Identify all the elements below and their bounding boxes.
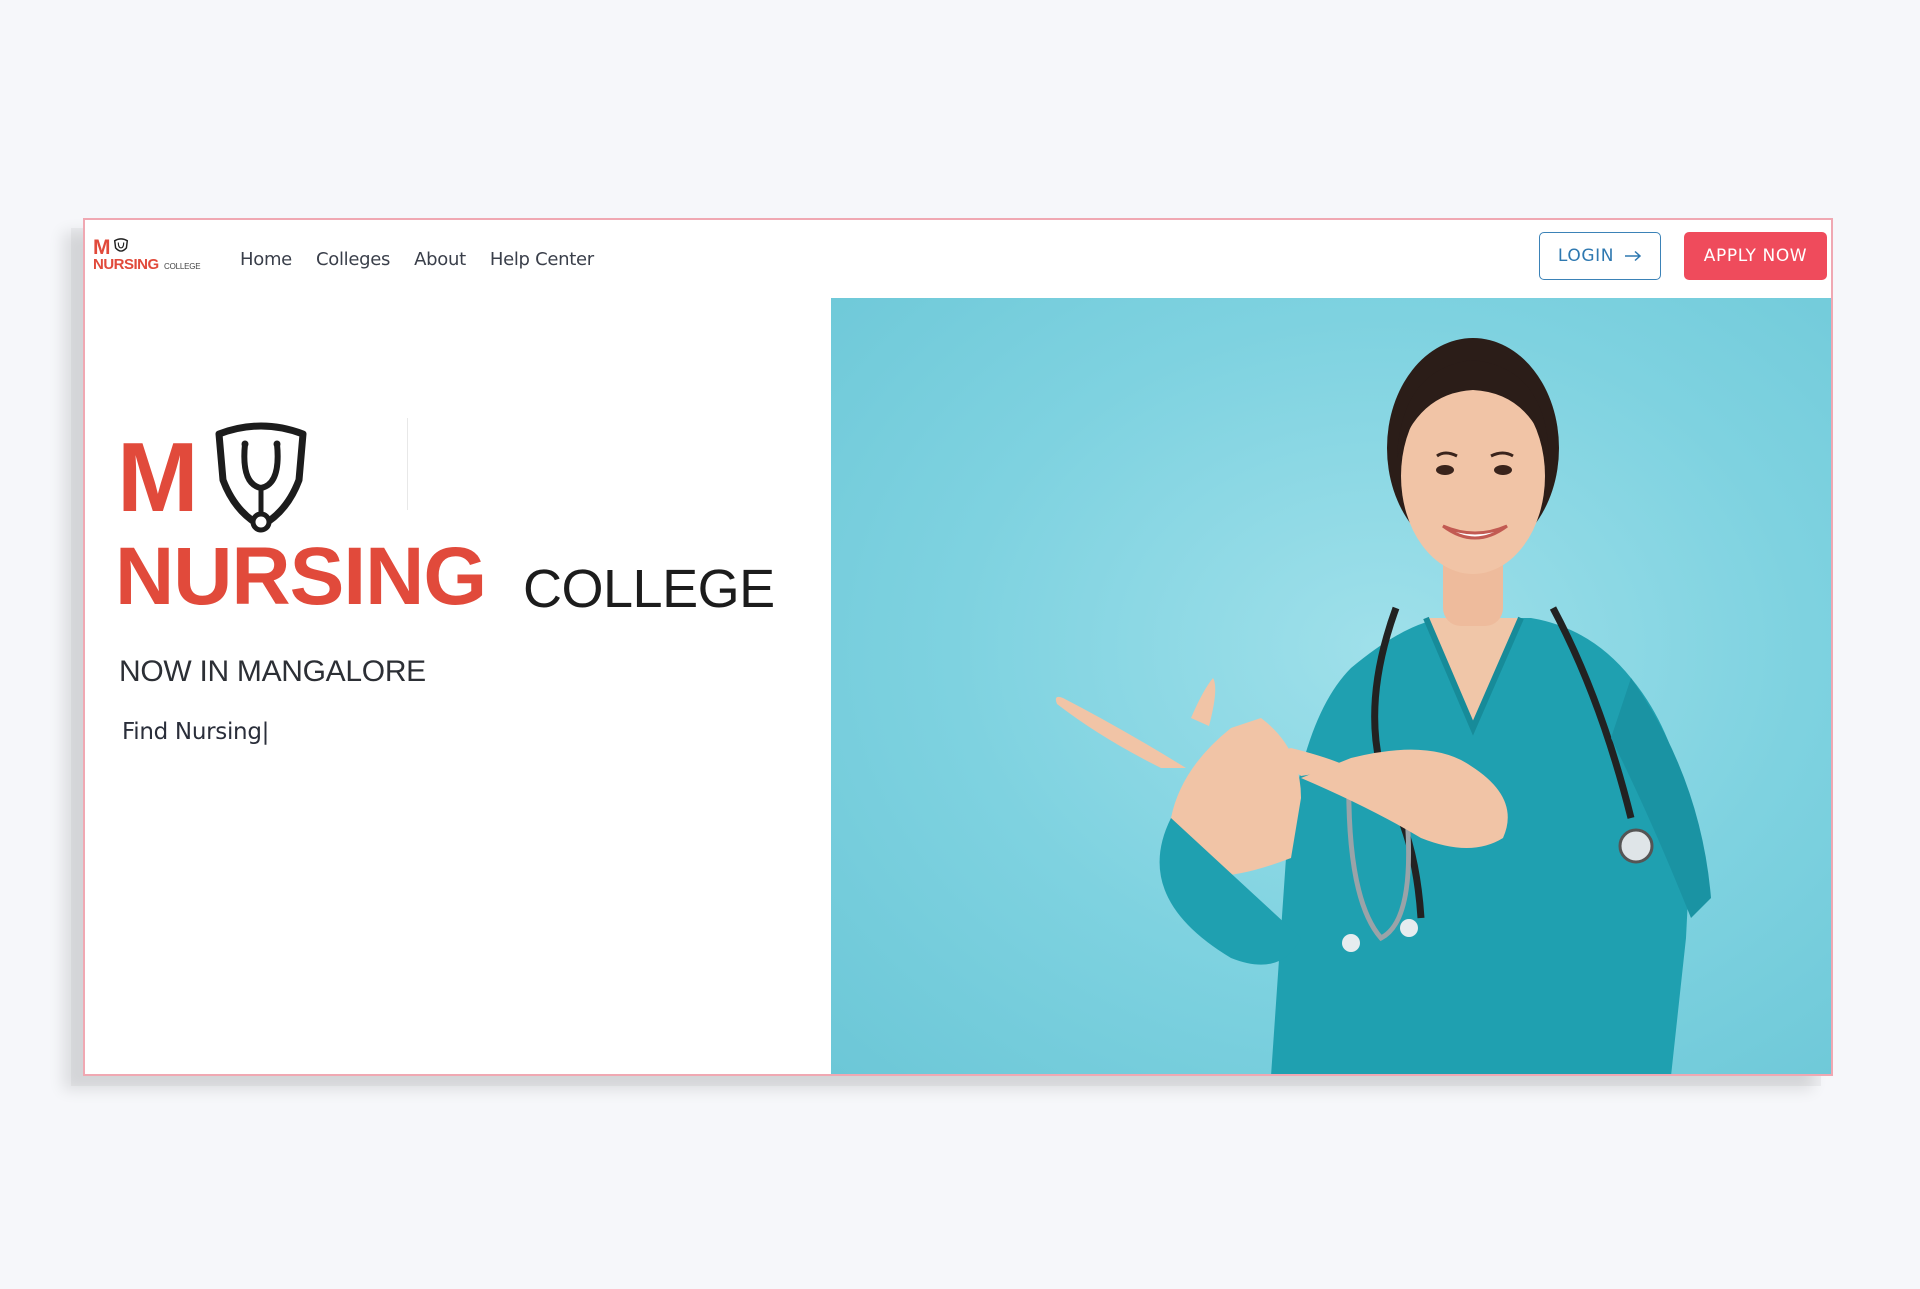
nurse-illustration (1055, 338, 1711, 1074)
nav-actions: LOGIN APPLY NOW (1539, 232, 1827, 280)
stethoscope-shield-icon (215, 422, 307, 533)
nav-link-about[interactable]: About (414, 249, 466, 270)
navbar: M NURSING COLLEGE Home Colleges About He… (85, 220, 1831, 298)
hero-tagline: NOW IN MANGALORE (119, 655, 426, 688)
login-label: LOGIN (1557, 246, 1615, 266)
arrow-right-icon (1625, 250, 1642, 262)
apply-now-label: APPLY NOW (1703, 246, 1808, 266)
apply-now-button[interactable]: APPLY NOW (1684, 232, 1827, 280)
nav-link-colleges[interactable]: Colleges (316, 249, 390, 270)
nav-logo[interactable]: M NURSING COLLEGE (91, 236, 211, 278)
nav-logo-nursing: NURSING (93, 256, 159, 273)
nav-link-home[interactable]: Home (240, 249, 292, 270)
hero-logo-m: M (117, 422, 199, 532)
hero-logo-college: COLLEGE (523, 559, 775, 619)
hero-logo-nursing: NURSING (115, 531, 487, 622)
nav-link-help-center[interactable]: Help Center (490, 249, 594, 270)
nav-logo-college: COLLEGE (164, 262, 201, 271)
browser-frame: M NURSING COLLEGE Home Colleges About He… (83, 218, 1833, 1076)
login-button[interactable]: LOGIN (1539, 232, 1661, 280)
hero-image (831, 298, 1831, 1074)
hero-logo: M NURSING COLLEGE (115, 422, 775, 622)
nav-links: Home Colleges About Help Center (240, 220, 618, 298)
hero-left: M NURSING COLLEGE NOW IN MANGALORE Find … (85, 298, 831, 1074)
typing-text: Find Nursing| (122, 719, 270, 745)
stethoscope-shield-icon (113, 238, 129, 252)
